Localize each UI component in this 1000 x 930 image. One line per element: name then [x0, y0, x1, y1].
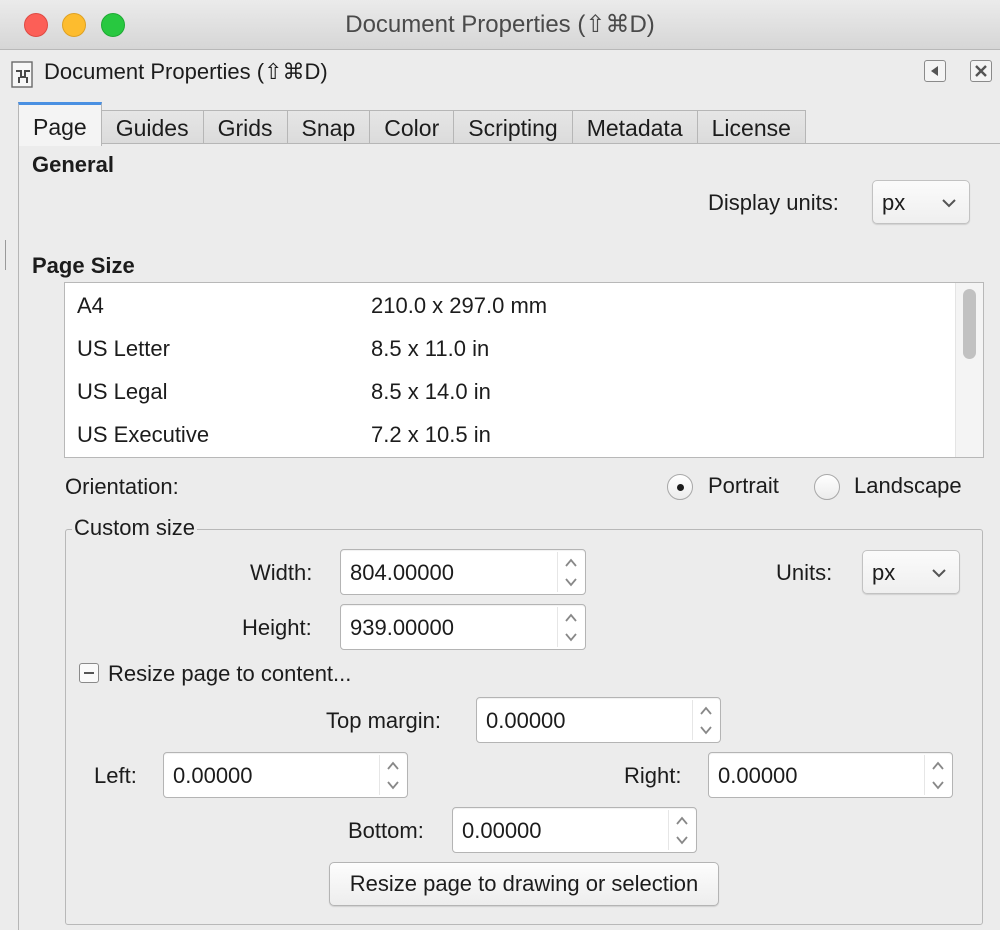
list-item[interactable]: US Legal 8.5 x 14.0 in: [65, 371, 955, 414]
height-field[interactable]: 939.00000: [340, 604, 586, 650]
chevron-down-icon: [387, 781, 399, 790]
display-units-value: px: [882, 190, 906, 215]
orientation-label: Orientation:: [65, 474, 179, 499]
dock-header: Document Properties (⇧⌘D): [0, 51, 1000, 95]
resize-expander-toggle[interactable]: [79, 663, 99, 683]
page-size-name: US Executive: [77, 422, 210, 447]
chevron-down-icon: [942, 199, 956, 208]
resize-to-drawing-button[interactable]: Resize page to drawing or selection: [329, 862, 719, 906]
dock-title: Document Properties (⇧⌘D): [44, 59, 328, 84]
tab-scripting[interactable]: Scripting: [454, 110, 573, 146]
width-field[interactable]: 804.00000: [340, 549, 586, 595]
chevron-down-icon: [565, 578, 577, 587]
chevron-up-icon: [932, 761, 944, 770]
top-margin-stepper[interactable]: [692, 700, 718, 740]
chevron-down-icon: [932, 781, 944, 790]
close-icon: [975, 65, 987, 77]
tab-page[interactable]: Page: [18, 102, 102, 146]
top-margin-label: Top margin:: [326, 708, 441, 733]
page-size-dimensions: 210.0 x 297.0 mm: [371, 293, 548, 318]
resize-page-to-content-label[interactable]: Resize page to content...: [108, 661, 351, 687]
chevron-down-icon: [700, 726, 712, 735]
portrait-label[interactable]: Portrait: [708, 473, 779, 499]
dock-collapse-button[interactable]: [924, 60, 946, 82]
window-titlebar: Document Properties (⇧⌘D): [0, 0, 1000, 50]
page-size-name: A4: [77, 293, 104, 318]
bottom-margin-field[interactable]: 0.00000: [452, 807, 697, 853]
tab-snap[interactable]: Snap: [287, 110, 371, 146]
list-item[interactable]: US Letter 8.5 x 11.0 in: [65, 328, 955, 371]
page-size-name: US Legal: [77, 379, 168, 404]
tab-grids[interactable]: Grids: [203, 110, 288, 146]
dock-close-button[interactable]: [970, 60, 992, 82]
height-value: 939.00000: [350, 615, 454, 640]
landscape-label[interactable]: Landscape: [854, 473, 962, 499]
page-size-heading: Page Size: [32, 253, 135, 278]
bottom-margin-label: Bottom:: [348, 818, 424, 843]
chevron-up-icon: [565, 558, 577, 567]
top-margin-value: 0.00000: [486, 708, 566, 733]
display-units-select[interactable]: px: [872, 180, 970, 224]
height-label: Height:: [242, 615, 312, 640]
right-margin-stepper[interactable]: [924, 755, 950, 795]
list-item[interactable]: A4 210.0 x 297.0 mm: [65, 285, 955, 328]
left-margin-value: 0.00000: [173, 763, 253, 788]
scrollbar-thumb[interactable]: [963, 289, 976, 359]
units-label: Units:: [776, 560, 833, 585]
page-size-dimensions: 8.5 x 11.0 in: [371, 336, 490, 361]
page-size-dimensions: 7.2 x 10.5 in: [371, 422, 491, 447]
list-item[interactable]: US Executive 7.2 x 10.5 in: [65, 414, 955, 457]
document-properties-icon: [11, 61, 33, 88]
chevron-up-icon: [387, 761, 399, 770]
right-margin-field[interactable]: 0.00000: [708, 752, 953, 798]
custom-size-title: Custom size: [72, 515, 198, 541]
page-size-name: US Letter: [77, 336, 170, 361]
chevron-up-icon: [676, 816, 688, 825]
landscape-radio[interactable]: [814, 474, 840, 500]
tab-license[interactable]: License: [697, 110, 806, 146]
width-value: 804.00000: [350, 560, 454, 585]
left-margin-stepper[interactable]: [379, 755, 405, 795]
height-stepper[interactable]: [557, 607, 583, 647]
page-size-scrollbar[interactable]: [955, 283, 983, 457]
units-value: px: [872, 560, 896, 585]
width-label: Width:: [250, 560, 313, 585]
chevron-down-icon: [676, 836, 688, 845]
units-select[interactable]: px: [862, 550, 960, 594]
chevron-down-icon: [565, 633, 577, 642]
tab-metadata[interactable]: Metadata: [572, 110, 698, 146]
tab-color[interactable]: Color: [370, 110, 455, 146]
top-margin-field[interactable]: 0.00000: [476, 697, 721, 743]
page-size-dimensions: 8.5 x 14.0 in: [371, 379, 491, 404]
chevron-up-icon: [565, 613, 577, 622]
bottom-margin-value: 0.00000: [462, 818, 542, 843]
display-units-label: Display units:: [708, 190, 839, 215]
right-margin-label: Right:: [624, 763, 682, 788]
right-margin-value: 0.00000: [718, 763, 798, 788]
portrait-radio[interactable]: [667, 474, 693, 500]
left-margin-field[interactable]: 0.00000: [163, 752, 408, 798]
tab-bar: Page Guides Grids Snap Color Scripting M…: [18, 102, 806, 146]
chevron-up-icon: [700, 706, 712, 715]
bottom-margin-stepper[interactable]: [668, 810, 694, 850]
width-stepper[interactable]: [557, 552, 583, 592]
triangle-left-icon: [931, 66, 938, 76]
left-edge: [0, 95, 8, 930]
tab-guides[interactable]: Guides: [101, 110, 204, 146]
page-size-list[interactable]: A4 210.0 x 297.0 mm US Letter 8.5 x 11.0…: [64, 282, 984, 458]
chevron-down-icon: [932, 569, 946, 578]
window-title: Document Properties (⇧⌘D): [345, 11, 655, 38]
left-margin-label: Left:: [94, 763, 137, 788]
general-heading: General: [32, 152, 114, 177]
